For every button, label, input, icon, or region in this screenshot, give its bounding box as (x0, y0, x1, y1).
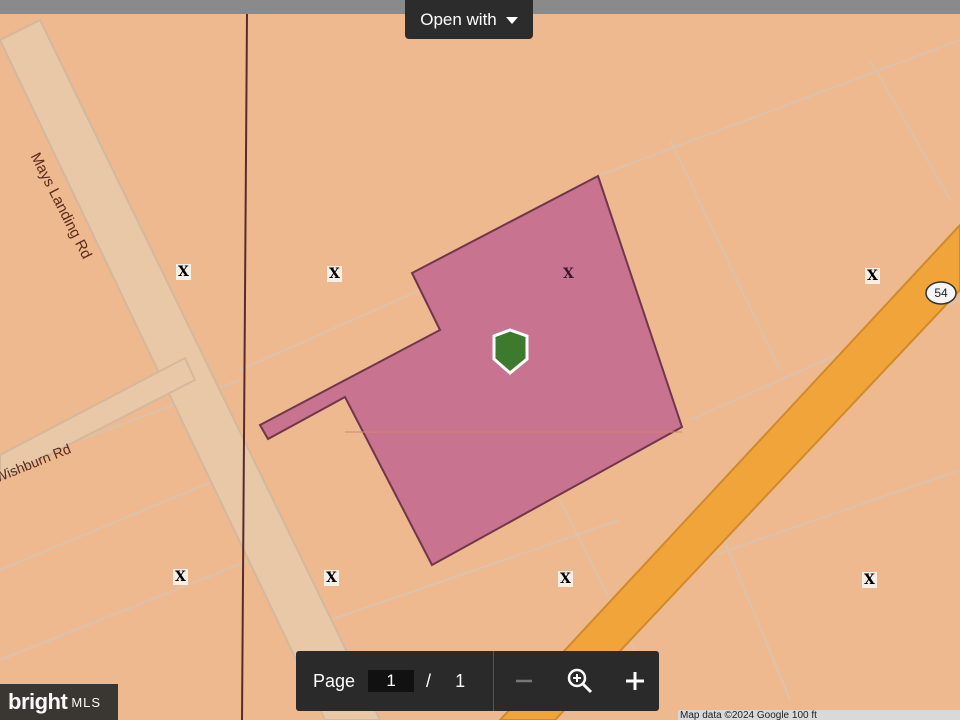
bright-mls-logo: bright MLS (0, 684, 118, 720)
page-number-input[interactable] (368, 670, 415, 692)
total-pages: 1 (455, 670, 466, 691)
parcel-marker: X (563, 266, 574, 282)
parcel-marker: X (862, 572, 877, 588)
parcel-marker: X (176, 264, 191, 280)
page-controls: Page / 1 (296, 651, 659, 711)
minus-icon (516, 679, 533, 683)
map-attribution: Map data ©2024 Google 100 ft (678, 710, 960, 720)
parcel-marker: X (558, 571, 573, 587)
pager-divider (493, 651, 495, 711)
route-shield-label: 54 (934, 286, 948, 300)
open-with-button[interactable]: Open with (405, 0, 533, 39)
zoom-out-button[interactable] (505, 662, 543, 700)
brand-suffix: MLS (71, 694, 102, 710)
page-label: Page (313, 670, 356, 691)
zoom-in-button[interactable] (616, 662, 654, 700)
page-separator: / (426, 670, 432, 691)
parcel-marker: X (327, 266, 342, 282)
caret-down-icon (505, 17, 518, 24)
zoom-reset-button[interactable] (561, 662, 599, 700)
zoom-icon (567, 668, 593, 694)
parcel-marker: X (865, 268, 880, 284)
map-canvas (0, 0, 960, 720)
brand-name: bright (8, 689, 68, 714)
parcel-marker: X (173, 569, 188, 585)
map-viewer: Mays Landing Rd Wishburn Rd 54 X X X X X… (0, 0, 960, 720)
plus-icon (626, 672, 645, 690)
parcel-marker: X (324, 570, 339, 586)
open-with-label: Open with (420, 9, 497, 29)
